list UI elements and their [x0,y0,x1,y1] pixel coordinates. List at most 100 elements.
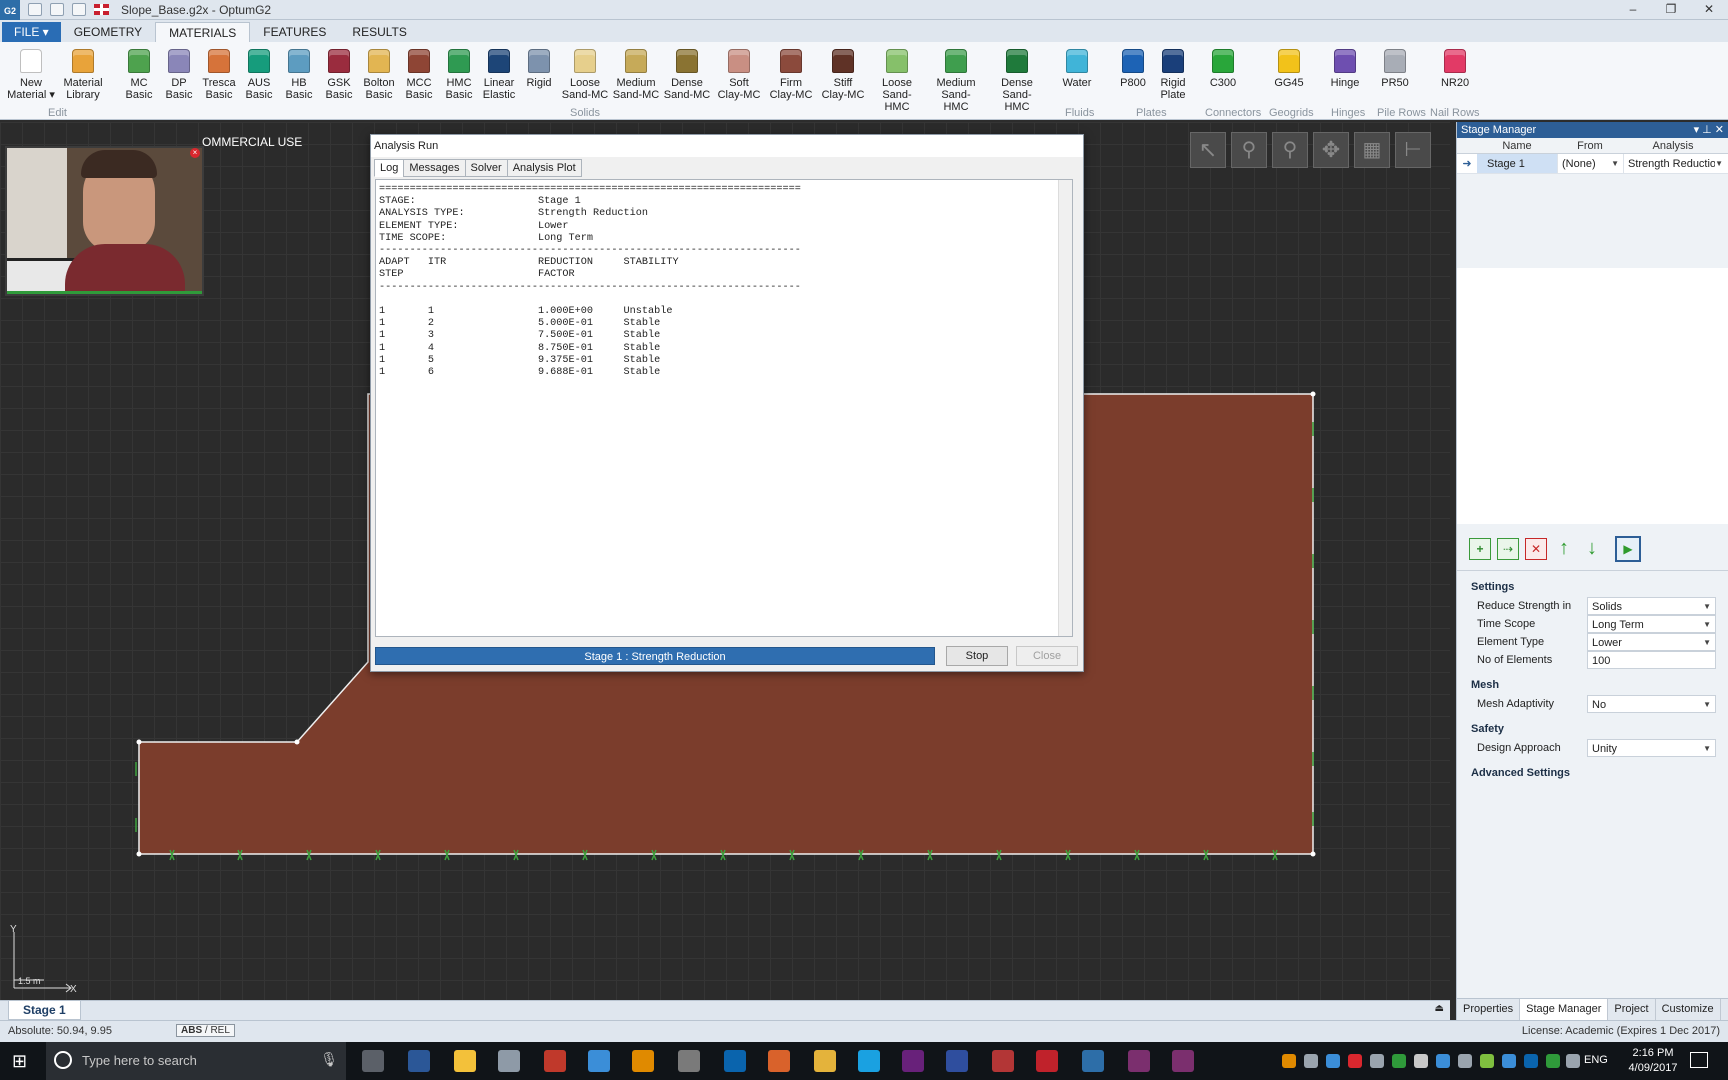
tab-solver[interactable]: Solver [464,159,508,177]
section-safety[interactable]: Safety [1457,719,1728,739]
chrome-icon[interactable] [814,1050,836,1072]
zoom-icon[interactable]: ⚲ [1231,132,1267,168]
material-button-firm-clay-mc[interactable]: Firm Clay-MC [766,49,816,101]
stop-button[interactable]: Stop [946,646,1008,666]
material-button-stiff-clay-mc[interactable]: Stiff Clay-MC [818,49,868,101]
close-webcam-icon[interactable]: × [190,148,200,158]
abs-rel-toggle[interactable]: ABS / REL [176,1024,235,1037]
close-button[interactable]: Close [1016,646,1078,666]
tab-stage-manager[interactable]: Stage Manager [1520,999,1609,1020]
tray-icon[interactable] [1282,1054,1296,1068]
material-button-pr50[interactable]: PR50 [1370,49,1420,89]
material-button-medium-sand-mc[interactable]: Medium Sand-MC [611,49,661,101]
notifications-icon[interactable] [1690,1052,1708,1068]
file-explorer-icon[interactable] [454,1050,476,1072]
acrobat-icon[interactable] [1036,1050,1058,1072]
visual-studio-icon[interactable] [902,1050,924,1072]
app-window-icon[interactable] [1128,1050,1150,1072]
material-button-dense-sand-mc[interactable]: Dense Sand-MC [662,49,712,101]
close-window-button[interactable]: ✕ [1690,0,1728,20]
skype-icon[interactable] [858,1050,880,1072]
dvi-icon[interactable] [946,1050,968,1072]
snowflake-app-icon[interactable] [588,1050,610,1072]
app-window-2-icon[interactable] [1172,1050,1194,1072]
ppt-icon[interactable] [544,1050,566,1072]
tab-messages[interactable]: Messages [403,159,466,177]
material-button-soft-clay-mc[interactable]: Soft Clay-MC [714,49,764,101]
tab-features[interactable]: FEATURES [250,22,339,42]
task-view-icon[interactable] [362,1050,384,1072]
taskbar-search[interactable]: Type here to search 🎙 [46,1042,346,1080]
design-approach-dropdown[interactable]: Unity ▼ [1587,739,1716,757]
illustrator-icon[interactable] [632,1050,654,1072]
outlook-icon[interactable] [724,1050,746,1072]
material-button-rigid[interactable]: Rigid [514,49,564,89]
add-stage-icon[interactable]: + [1469,538,1491,560]
material-button-nr20[interactable]: NR20 [1430,49,1480,89]
tab-geometry[interactable]: GEOMETRY [61,22,155,42]
collapse-icon[interactable]: ⏏ [1435,1003,1444,1014]
log-output[interactable]: ========================================… [375,179,1073,637]
move-up-icon[interactable]: ↑ [1553,538,1575,560]
language-flag-icon[interactable] [94,4,109,15]
material-button-new-material[interactable]: New Material ▾ [6,49,56,101]
matlab-icon[interactable] [768,1050,790,1072]
material-button-medium-sand-hmc[interactable]: Medium Sand-HMC [931,49,981,113]
stage-tab[interactable]: Stage 1 [8,1001,81,1020]
pan-icon[interactable]: ✥ [1313,132,1349,168]
word-icon[interactable] [408,1050,430,1072]
tray-icon[interactable] [1304,1054,1318,1068]
section-settings[interactable]: Settings [1457,577,1728,597]
material-button-material-library[interactable]: Material Library [58,49,108,101]
material-button-c300[interactable]: C300 [1198,49,1248,89]
redo-icon[interactable] [72,3,86,16]
tray-icon[interactable] [1502,1054,1516,1068]
stage-name-cell[interactable]: Stage 1 [1477,154,1557,173]
select-pointer-icon[interactable]: ↖ [1190,132,1226,168]
zoom-extents-icon[interactable]: ⚲ [1272,132,1308,168]
time-scope-dropdown[interactable]: Long Term ▼ [1587,615,1716,633]
delete-stage-icon[interactable]: ✕ [1525,538,1547,560]
tray-icon[interactable] [1458,1054,1472,1068]
restore-button[interactable]: ❐ [1652,0,1690,20]
tab-results[interactable]: RESULTS [339,22,419,42]
stage-row[interactable]: ➜ Stage 1 (None) ▼ Strength Reductio ▼ [1457,154,1728,174]
grid-icon[interactable]: ▦ [1354,132,1390,168]
insert-stage-icon[interactable]: ⇢ [1497,538,1519,560]
section-advanced-settings[interactable]: Advanced Settings [1457,763,1728,783]
material-button-dense-sand-hmc[interactable]: Dense Sand-HMC [992,49,1042,113]
material-button-water[interactable]: Water [1052,49,1102,89]
tab-properties[interactable]: Properties [1457,999,1521,1020]
tab-log[interactable]: Log [374,159,405,177]
log-scrollbar[interactable] [1058,180,1072,636]
stage-analysis-dropdown[interactable]: Strength Reductio ▼ [1623,154,1727,173]
tray-icon[interactable] [1436,1054,1450,1068]
undo-icon[interactable] [50,3,64,16]
material-button-hinge[interactable]: Hinge [1320,49,1370,89]
panel-controls-icon[interactable]: ▾ ⊥ ✕ [1694,122,1724,138]
tray-icon[interactable] [1566,1054,1580,1068]
tab-materials[interactable]: MATERIALS [155,22,251,42]
microphone-icon[interactable]: 🎙 [320,1051,338,1068]
network-app-icon[interactable] [678,1050,700,1072]
material-button-loose-sand-mc[interactable]: Loose Sand-MC [560,49,610,101]
tab-customize[interactable]: Customize [1656,999,1721,1020]
settings-app-icon[interactable] [498,1050,520,1072]
tray-icon[interactable] [1414,1054,1428,1068]
save-icon[interactable] [28,3,42,16]
section-mesh[interactable]: Mesh [1457,675,1728,695]
tray-icon[interactable] [1348,1054,1362,1068]
stage-from-dropdown[interactable]: (None) ▼ [1557,154,1623,173]
tray-icon[interactable] [1480,1054,1494,1068]
material-button-loose-sand-hmc[interactable]: Loose Sand-HMC [872,49,922,113]
app-icon[interactable]: G2 [0,0,20,20]
tab-analysis-plot[interactable]: Analysis Plot [506,159,582,177]
element-type-dropdown[interactable]: Lower ▼ [1587,633,1716,651]
language-indicator[interactable]: ENG [1584,1054,1608,1066]
tray-icon[interactable] [1546,1054,1560,1068]
mesh-adaptivity-dropdown[interactable]: No ▼ [1587,695,1716,713]
dimension-icon[interactable]: ⊢ [1395,132,1431,168]
file-menu-button[interactable]: FILE ▾ [2,22,61,42]
reduce-strength-dropdown[interactable]: Solids ▼ [1587,597,1716,615]
tray-icon[interactable] [1524,1054,1538,1068]
